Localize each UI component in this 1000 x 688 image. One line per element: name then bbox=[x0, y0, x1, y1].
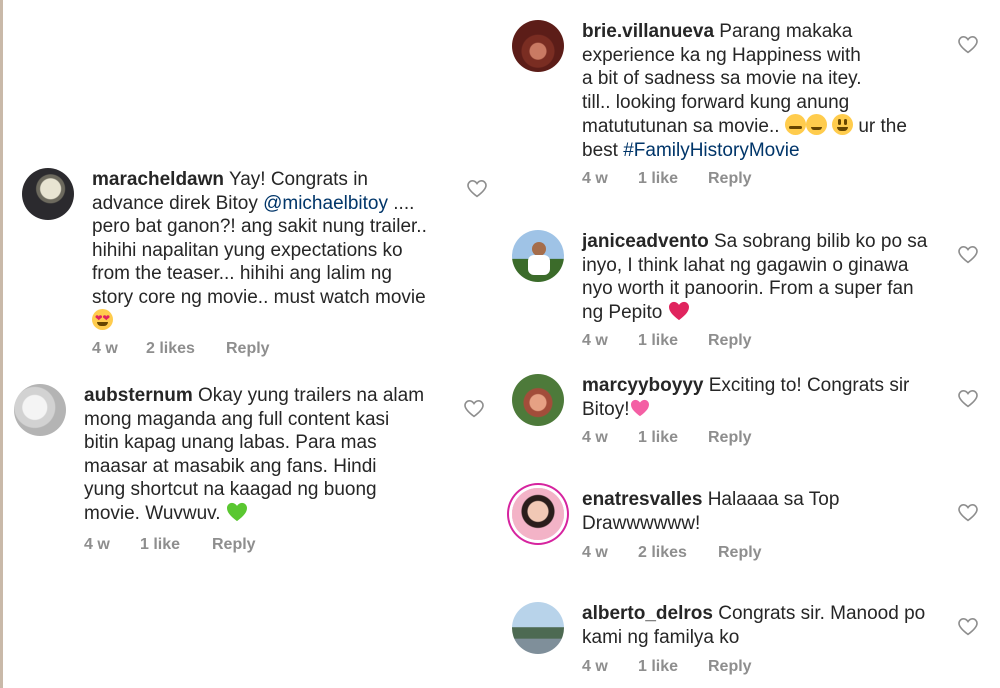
mention-link[interactable]: @michaelbitoy bbox=[263, 193, 388, 214]
smirk-emoji-icon bbox=[784, 114, 806, 135]
like-heart-icon[interactable] bbox=[958, 618, 978, 636]
username[interactable]: brie.villanueva bbox=[582, 21, 714, 42]
timestamp: 4 w bbox=[84, 536, 110, 553]
likes-count[interactable]: 1 like bbox=[638, 332, 708, 350]
comment-enatresvalles: enatresvalles Halaaaa sa Top Drawwwwww! … bbox=[512, 488, 982, 568]
reply-button[interactable]: Reply bbox=[718, 544, 762, 562]
avatar[interactable] bbox=[512, 602, 564, 654]
like-heart-icon[interactable] bbox=[958, 390, 978, 408]
comment-text: aubsternum Okay yung trailers na alam mo… bbox=[84, 385, 425, 524]
comment-maracheldawn: maracheldawn Yay! Congrats in advance di… bbox=[22, 168, 492, 368]
comment-text: marcyyboyyy Exciting to! Congrats sir Bi… bbox=[582, 375, 910, 420]
avatar[interactable] bbox=[512, 374, 564, 426]
username[interactable]: maracheldawn bbox=[92, 169, 224, 190]
comment-text: alberto_delros Congrats sir. Manood po k… bbox=[582, 603, 926, 648]
comment-meta: 4 w 1 like Reply bbox=[582, 658, 752, 676]
username[interactable]: marcyyboyyy bbox=[582, 375, 703, 396]
comment-text: brie.villanueva Parang makaka experience… bbox=[582, 21, 907, 161]
avatar[interactable] bbox=[512, 230, 564, 282]
green-heart-emoji-icon bbox=[226, 502, 247, 521]
comment-meta: 4 w 2 likes Reply bbox=[92, 340, 270, 358]
username[interactable]: janiceadvento bbox=[582, 231, 709, 252]
timestamp: 4 w bbox=[582, 332, 608, 349]
like-heart-icon[interactable] bbox=[958, 246, 978, 264]
likes-count[interactable]: 2 likes bbox=[638, 544, 718, 562]
reply-button[interactable]: Reply bbox=[212, 536, 256, 554]
avatar[interactable] bbox=[512, 20, 564, 72]
comment-meta: 4 w 1 like Reply bbox=[582, 332, 752, 350]
likes-count[interactable]: 2 likes bbox=[146, 340, 226, 358]
reply-button[interactable]: Reply bbox=[708, 170, 752, 188]
comment-meta: 4 w 1 like Reply bbox=[582, 429, 752, 447]
reply-button[interactable]: Reply bbox=[226, 340, 270, 358]
smile-emoji-icon bbox=[832, 114, 854, 135]
likes-count[interactable]: 1 like bbox=[140, 536, 212, 554]
comment-meta: 4 w 1 like Reply bbox=[582, 170, 752, 188]
username[interactable]: aubsternum bbox=[84, 385, 193, 406]
like-heart-icon[interactable] bbox=[464, 400, 484, 418]
comment-text: janiceadvento Sa sobrang bilib ko po sa … bbox=[582, 231, 928, 323]
reply-button[interactable]: Reply bbox=[708, 332, 752, 350]
red-heart-emoji-icon bbox=[668, 301, 689, 320]
timestamp: 4 w bbox=[582, 544, 608, 561]
comment-meta: 4 w 2 likes Reply bbox=[582, 544, 762, 562]
heart-eyes-emoji-icon: ❤❤ bbox=[92, 309, 113, 330]
username[interactable]: alberto_delros bbox=[582, 603, 713, 624]
likes-count[interactable]: 1 like bbox=[638, 658, 708, 676]
hashtag-link[interactable]: #FamilyHistoryMovie bbox=[623, 140, 799, 161]
avatar[interactable] bbox=[512, 488, 564, 540]
likes-count[interactable]: 1 like bbox=[638, 429, 708, 447]
like-heart-icon[interactable] bbox=[958, 504, 978, 522]
username[interactable]: enatresvalles bbox=[582, 489, 702, 510]
window-left-border bbox=[0, 0, 3, 688]
comment-brie-villanueva: brie.villanueva Parang makaka experience… bbox=[512, 20, 982, 195]
comment-alberto-delros: alberto_delros Congrats sir. Manood po k… bbox=[512, 602, 982, 682]
avatar[interactable] bbox=[22, 168, 74, 220]
pink-heart-emoji-icon bbox=[630, 399, 649, 416]
comment-marcyyboyyy: marcyyboyyy Exciting to! Congrats sir Bi… bbox=[512, 374, 982, 454]
reply-button[interactable]: Reply bbox=[708, 658, 752, 676]
like-heart-icon[interactable] bbox=[958, 36, 978, 54]
comment-meta: 4 w 1 like Reply bbox=[84, 536, 256, 554]
reply-button[interactable]: Reply bbox=[708, 429, 752, 447]
likes-count[interactable]: 1 like bbox=[638, 170, 708, 188]
comment-janiceadvento: janiceadvento Sa sobrang bilib ko po sa … bbox=[512, 230, 982, 355]
relieved-emoji-icon bbox=[805, 114, 827, 135]
timestamp: 4 w bbox=[582, 170, 608, 187]
like-heart-icon[interactable] bbox=[467, 180, 487, 198]
comment-text: maracheldawn Yay! Congrats in advance di… bbox=[92, 168, 472, 334]
comment-aubsternum: aubsternum Okay yung trailers na alam mo… bbox=[14, 384, 484, 564]
avatar[interactable] bbox=[14, 384, 66, 436]
timestamp: 4 w bbox=[582, 429, 608, 446]
timestamp: 4 w bbox=[92, 340, 118, 357]
comment-text: enatresvalles Halaaaa sa Top Drawwwwww! bbox=[582, 489, 840, 534]
timestamp: 4 w bbox=[582, 658, 608, 675]
